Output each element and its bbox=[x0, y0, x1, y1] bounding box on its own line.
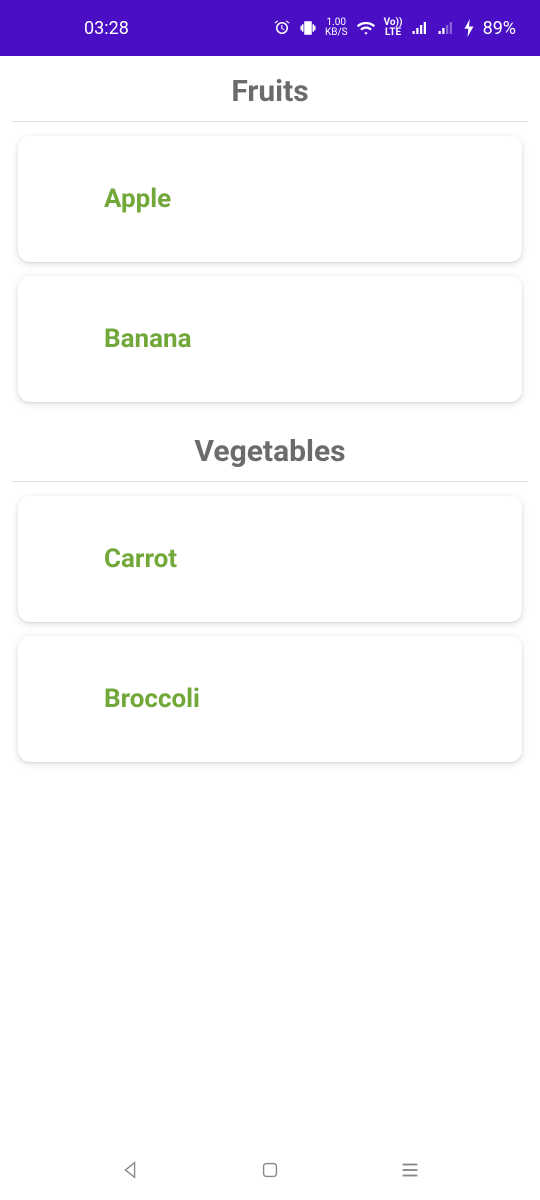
list-item[interactable]: Banana bbox=[18, 276, 522, 402]
status-indicators: 1.00 KB/S Vo)) LTE 89% bbox=[273, 18, 516, 39]
volte-bot: LTE bbox=[385, 28, 401, 38]
section-header-vegetables: Vegetables bbox=[12, 416, 528, 482]
navigation-bar bbox=[0, 1140, 540, 1200]
volte-indicator: Vo)) LTE bbox=[384, 18, 403, 38]
data-rate: 1.00 KB/S bbox=[325, 18, 348, 38]
home-button[interactable] bbox=[256, 1156, 284, 1184]
card-label: Broccoli bbox=[104, 684, 498, 714]
status-time: 03:28 bbox=[24, 18, 129, 39]
vibrate-icon bbox=[299, 19, 317, 37]
signal-icon-1 bbox=[411, 19, 429, 37]
list-item[interactable]: Broccoli bbox=[18, 636, 522, 762]
back-button[interactable] bbox=[116, 1156, 144, 1184]
card-label: Apple bbox=[104, 184, 498, 214]
charging-icon bbox=[463, 19, 475, 37]
signal-icon-2 bbox=[437, 19, 455, 37]
battery-percent: 89% bbox=[483, 18, 516, 39]
alarm-icon bbox=[273, 19, 291, 37]
section-header-fruits: Fruits bbox=[12, 56, 528, 122]
list-item[interactable]: Apple bbox=[18, 136, 522, 262]
data-rate-unit: KB/S bbox=[325, 28, 348, 38]
recent-apps-button[interactable] bbox=[396, 1156, 424, 1184]
card-label: Banana bbox=[104, 324, 498, 354]
status-bar: 03:28 1.00 KB/S Vo)) LTE 89% bbox=[0, 0, 540, 56]
wifi-icon bbox=[356, 18, 376, 38]
list-item[interactable]: Carrot bbox=[18, 496, 522, 622]
card-label: Carrot bbox=[104, 544, 498, 574]
